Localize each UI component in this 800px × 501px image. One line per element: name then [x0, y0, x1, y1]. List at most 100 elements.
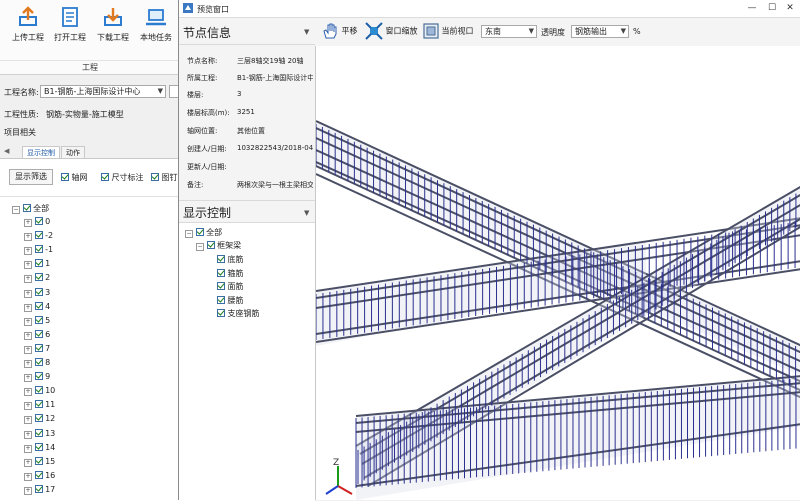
floor-tree-item[interactable]: + 6: [24, 329, 50, 341]
checkbox-icon[interactable]: [34, 470, 43, 479]
download-project-button[interactable]: 下载工程: [93, 6, 133, 43]
checkbox-icon[interactable]: [34, 484, 43, 493]
pan-button[interactable]: 平移: [321, 22, 358, 40]
expand-icon[interactable]: +: [24, 289, 32, 298]
dc-tree-item[interactable]: 箍筋: [217, 268, 244, 280]
expand-icon[interactable]: +: [24, 430, 32, 439]
checkbox-icon[interactable]: [217, 268, 225, 277]
expand-icon[interactable]: +: [24, 458, 32, 467]
view-direction-select[interactable]: 东南 ▼: [481, 25, 537, 38]
checkbox-icon[interactable]: [34, 273, 43, 282]
collapse-icon[interactable]: −: [12, 206, 20, 214]
floor-tree-item[interactable]: + -2: [24, 230, 53, 242]
checkbox-icon[interactable]: [34, 329, 43, 338]
checkbox-icon[interactable]: [34, 428, 43, 437]
dimension-check[interactable]: 尺寸标注: [101, 172, 144, 183]
expand-icon[interactable]: +: [24, 416, 32, 425]
floor-tree-item[interactable]: + 7: [24, 343, 50, 355]
open-project-button[interactable]: 打开工程: [50, 6, 90, 43]
tree-root-all[interactable]: − 全部: [12, 203, 49, 215]
maximize-icon[interactable]: ☐: [765, 2, 779, 14]
floor-tree-item[interactable]: + 10: [24, 385, 55, 397]
expand-icon[interactable]: +: [24, 331, 32, 340]
floor-tree-item[interactable]: + 13: [24, 428, 55, 440]
display-filter-button[interactable]: 显示筛选: [9, 169, 53, 185]
floor-tree-item[interactable]: + 11: [24, 399, 55, 411]
expand-icon[interactable]: +: [24, 402, 32, 411]
dc-tree-item[interactable]: 支座钢筋: [217, 308, 260, 320]
pin-check[interactable]: 图钉: [151, 172, 178, 183]
floor-tree-item[interactable]: + 16: [24, 470, 55, 482]
expand-icon[interactable]: +: [24, 275, 32, 284]
dc-tree-item[interactable]: 面筋: [217, 281, 244, 293]
expand-icon[interactable]: +: [24, 360, 32, 368]
local-task-button[interactable]: 本地任务: [136, 6, 176, 43]
floor-tree-item[interactable]: + 12: [24, 413, 55, 425]
expand-icon[interactable]: +: [24, 345, 32, 354]
checkbox-icon[interactable]: [217, 295, 225, 304]
expand-icon[interactable]: +: [24, 303, 32, 312]
expand-icon[interactable]: +: [24, 486, 32, 495]
node-info-collapse-icon[interactable]: ▼: [304, 28, 309, 36]
floor-tree-item[interactable]: + 0: [24, 216, 50, 228]
minimize-icon[interactable]: —: [745, 2, 759, 14]
dc-tree-item[interactable]: 底筋: [217, 254, 244, 266]
floor-tree-item[interactable]: + 3: [24, 287, 50, 299]
checkbox-icon[interactable]: [34, 343, 43, 352]
floor-tree-item[interactable]: + 17: [24, 484, 55, 496]
checkbox-icon[interactable]: [195, 228, 204, 236]
checkbox-icon[interactable]: [34, 287, 43, 296]
project-name-select[interactable]: B1-钢筋-上海国际设计中心 ▼: [40, 85, 166, 98]
checkbox-icon[interactable]: [22, 204, 31, 212]
window-zoom-button[interactable]: 窗口缩放: [365, 22, 418, 40]
transparency-select[interactable]: 钢筋输出 ▼: [571, 25, 629, 38]
expand-icon[interactable]: +: [24, 374, 32, 383]
dc-root-all[interactable]: − 全部: [185, 227, 222, 239]
checkbox-icon[interactable]: [206, 241, 215, 249]
display-control-collapse-icon[interactable]: ▼: [304, 209, 309, 217]
floor-tree-item[interactable]: + 14: [24, 442, 55, 454]
checkbox-icon[interactable]: [34, 301, 43, 310]
expand-icon[interactable]: +: [24, 317, 32, 326]
expand-icon[interactable]: +: [24, 247, 32, 256]
floor-tree-item[interactable]: + 15: [24, 456, 55, 468]
checkbox-icon[interactable]: [34, 358, 43, 366]
checkbox-icon[interactable]: [217, 255, 225, 263]
checkbox-icon[interactable]: [34, 245, 43, 254]
expand-icon[interactable]: +: [24, 233, 32, 242]
expand-icon[interactable]: +: [24, 444, 32, 453]
upload-project-button[interactable]: 上传工程: [8, 6, 48, 43]
checkbox-icon[interactable]: [34, 456, 43, 465]
expand-icon[interactable]: +: [24, 388, 32, 397]
checkbox-icon[interactable]: [34, 259, 43, 268]
dc-group-frame-beam[interactable]: − 框架梁: [196, 240, 241, 252]
floor-tree-item[interactable]: + 5: [24, 315, 50, 327]
collapse-icon[interactable]: −: [185, 230, 193, 238]
expand-icon[interactable]: +: [24, 472, 32, 481]
floor-tree-item[interactable]: + -1: [24, 244, 53, 256]
floor-tree-item[interactable]: + 2: [24, 272, 50, 284]
expand-icon[interactable]: +: [24, 219, 32, 227]
current-view-button[interactable]: 当前视口: [423, 23, 474, 39]
checkbox-icon[interactable]: [34, 372, 43, 381]
checkbox-icon[interactable]: [217, 309, 225, 317]
expand-icon[interactable]: +: [24, 261, 32, 270]
dc-tree-item[interactable]: 腰筋: [217, 295, 244, 307]
floor-tree-item[interactable]: + 8: [24, 357, 50, 369]
checkbox-icon[interactable]: [34, 231, 43, 240]
collapse-icon[interactable]: −: [196, 243, 204, 251]
checkbox-icon[interactable]: [34, 414, 43, 423]
floor-tree-item[interactable]: + 1: [24, 258, 50, 270]
checkbox-icon[interactable]: [34, 386, 43, 395]
axis-grid-check[interactable]: 轴网: [61, 172, 88, 183]
floor-tree-item[interactable]: + 4: [24, 301, 50, 313]
close-icon[interactable]: ✕: [783, 2, 797, 14]
floor-tree-item[interactable]: + 9: [24, 371, 50, 383]
checkbox-icon[interactable]: [34, 315, 43, 324]
checkbox-icon[interactable]: [34, 217, 43, 225]
tab-arrow-icon[interactable]: ◀: [4, 147, 9, 155]
checkbox-icon[interactable]: [34, 442, 43, 451]
checkbox-icon[interactable]: [217, 282, 225, 290]
checkbox-icon[interactable]: [34, 400, 43, 409]
3d-viewport[interactable]: Z: [315, 46, 800, 500]
